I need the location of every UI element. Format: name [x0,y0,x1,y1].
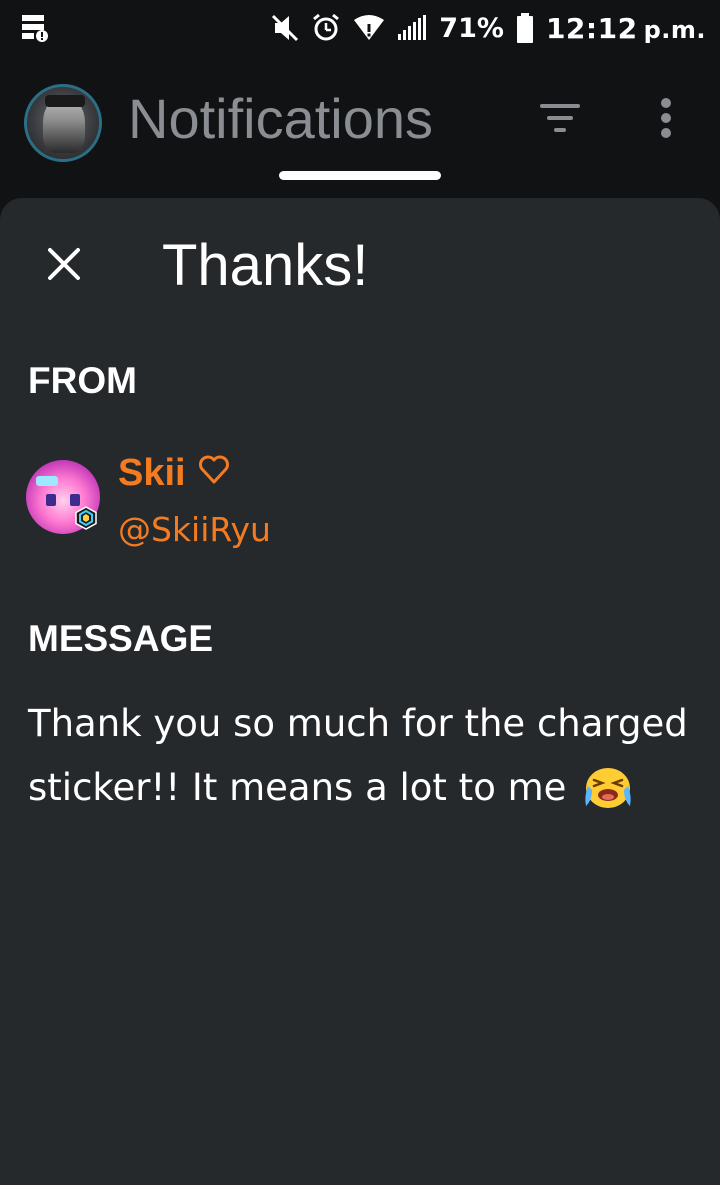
sender-card[interactable]: Skii @SkiiRyu [26,452,626,552]
heart-outline-icon [198,452,230,495]
time-value: 12:12 [545,11,638,45]
notification-sheet: Thanks! FROM Skii @SkiiRyu MESSAGE Thank… [0,198,720,1185]
sheet-drag-handle[interactable] [279,171,441,180]
battery-percent: 71% [439,12,504,44]
close-button[interactable] [34,236,94,296]
app-header: Notifications [0,56,720,196]
status-bar: 71% 12:12 p.m. [0,0,720,56]
filter-button[interactable] [532,96,588,144]
sender-handle[interactable]: @SkiiRyu [118,510,271,549]
sender-name-text: Skii [118,452,186,494]
more-vertical-icon [660,98,672,142]
alarm-icon [311,13,341,43]
page-title: Notifications [128,87,434,150]
profile-avatar[interactable] [24,84,102,162]
status-time: 12:12 p.m. [546,12,706,45]
wifi-icon [353,14,385,42]
filter-icon [538,101,582,139]
sender-name[interactable]: Skii [118,452,230,495]
battery-icon [516,13,534,43]
crying-emoji-icon [582,762,634,810]
message-label: MESSAGE [28,618,214,659]
sheet-title: Thanks! [162,233,369,298]
status-server-icon [20,13,50,43]
close-icon [47,247,81,285]
hexagon-badge-icon [74,506,98,530]
message-body: Thank you so much for the charged sticke… [28,692,708,820]
from-label: FROM [28,360,137,401]
more-options-button[interactable] [640,92,692,148]
signal-icon [397,14,427,42]
time-ampm: p.m. [643,15,706,44]
mute-icon [271,13,299,43]
